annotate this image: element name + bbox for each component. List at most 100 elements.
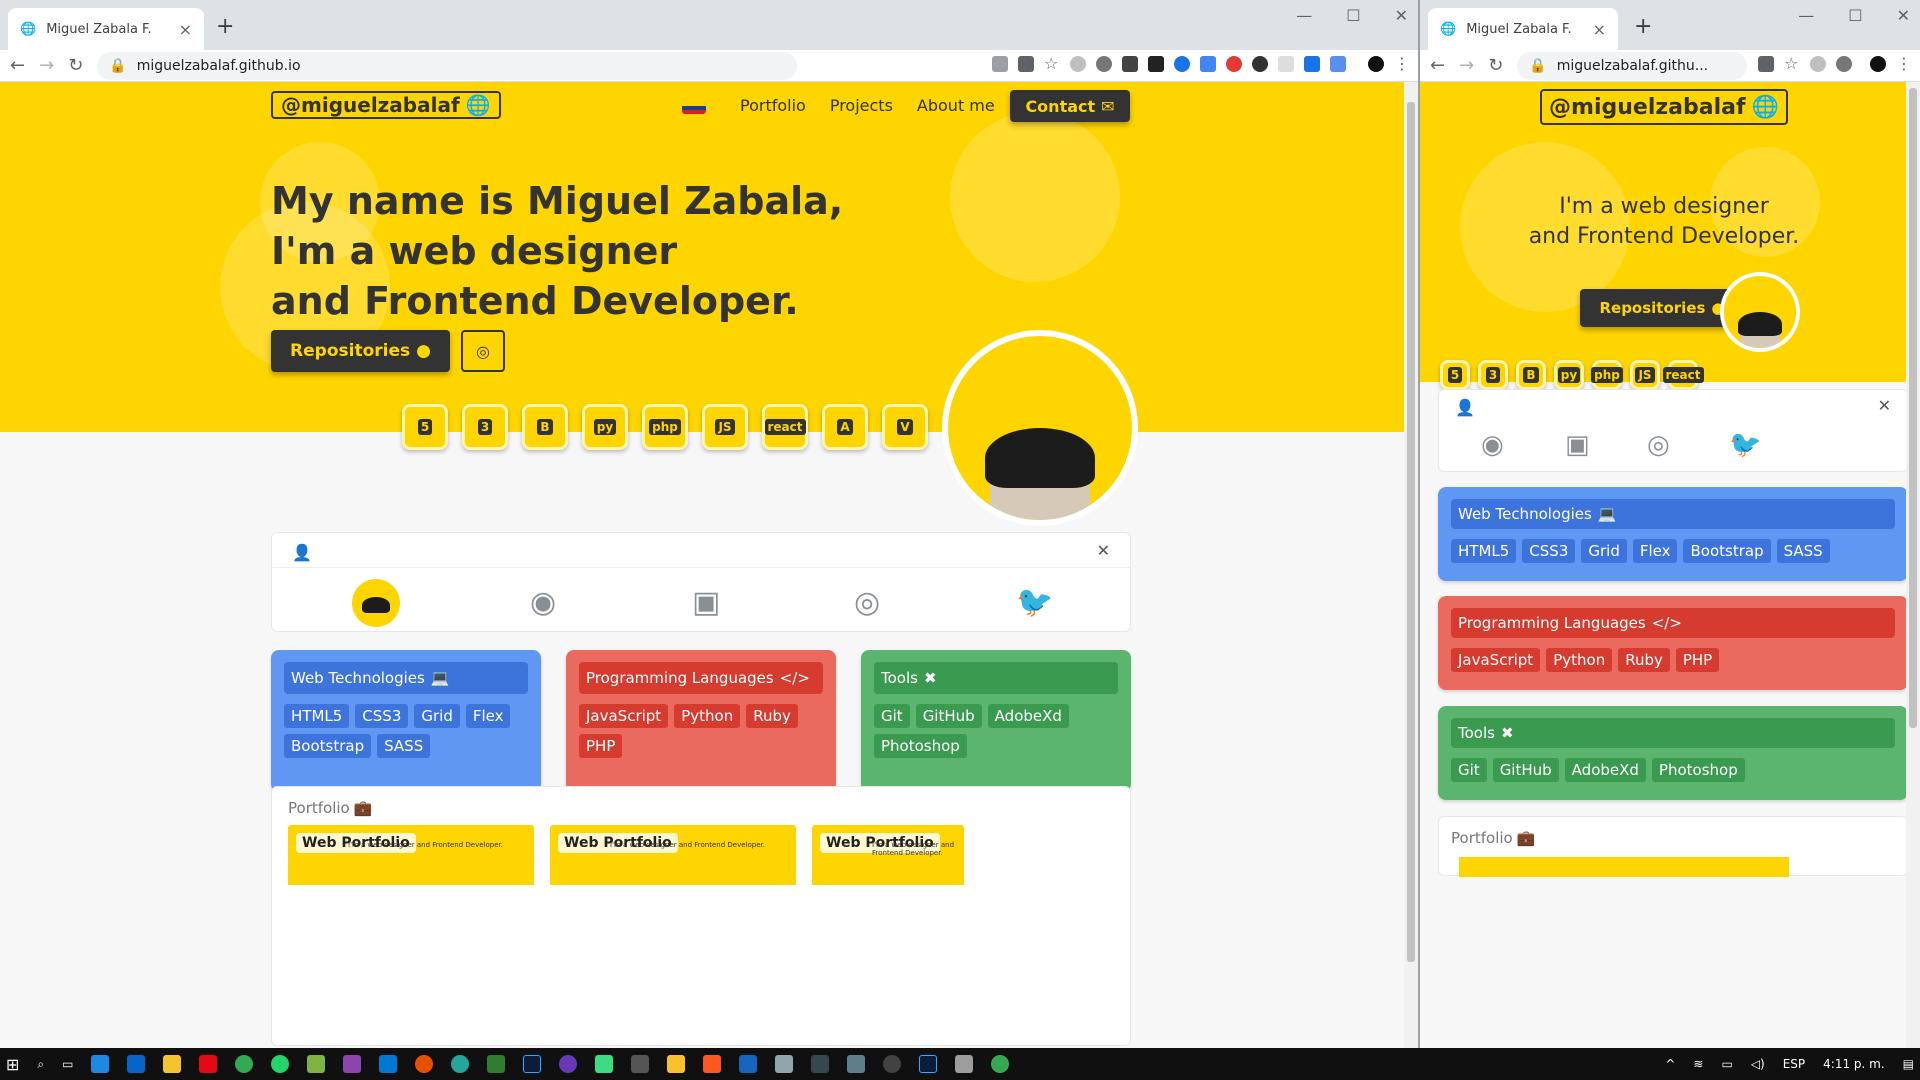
battery-icon[interactable]: ▭ [1721, 1057, 1732, 1071]
app-icon[interactable] [847, 1055, 866, 1073]
close-icon[interactable]: ✕ [1878, 396, 1891, 415]
maximize-icon[interactable]: ☐ [1346, 6, 1360, 25]
brand-logo[interactable]: @miguelzabalaf 🌐 [271, 91, 501, 119]
android-icon[interactable] [595, 1055, 614, 1073]
profile-avatar[interactable] [1368, 56, 1384, 72]
avatar-small[interactable] [352, 579, 400, 627]
photoshop-icon[interactable] [523, 1055, 542, 1073]
nav-portfolio[interactable]: Portfolio [740, 96, 806, 115]
new-tab-button[interactable]: + [216, 14, 234, 39]
nav-projects[interactable]: Projects [830, 96, 893, 115]
extension-k-icon[interactable] [1070, 56, 1086, 72]
mail-app-icon[interactable] [91, 1055, 110, 1073]
instagram-icon[interactable]: ◎ [1647, 430, 1670, 460]
extension-gear-icon[interactable] [1836, 56, 1852, 72]
app-icon[interactable] [451, 1055, 470, 1073]
app-icon[interactable] [739, 1055, 758, 1073]
minimize-icon[interactable]: — [1296, 6, 1312, 25]
twitter-icon[interactable]: 🐦 [1016, 585, 1053, 620]
app-icon[interactable] [775, 1055, 794, 1073]
portfolio-thumb-1[interactable]: Web Portfolio I'm a web designer and Fron… [288, 825, 534, 945]
app-icon[interactable] [487, 1055, 506, 1073]
extension-k-icon[interactable] [1810, 56, 1826, 72]
chrome-icon[interactable] [235, 1055, 254, 1073]
extension-m-icon[interactable] [1148, 56, 1164, 72]
back-icon[interactable]: ← [1430, 55, 1445, 76]
linkedin-icon[interactable]: ▣ [1565, 430, 1590, 460]
minimize-icon[interactable]: — [1798, 6, 1814, 25]
reload-icon[interactable]: ↻ [1488, 55, 1503, 76]
linkedin-icon[interactable]: ▣ [692, 585, 720, 620]
close-icon[interactable]: ✕ [1097, 541, 1110, 560]
clock[interactable]: 4:11 p. m. [1823, 1057, 1885, 1071]
translate-icon[interactable] [1018, 56, 1034, 72]
twitter-icon[interactable]: 🐦 [1729, 430, 1761, 460]
extension-blank-icon[interactable] [1278, 56, 1294, 72]
app-icon[interactable] [415, 1055, 434, 1073]
portfolio-thumb-preview[interactable] [1459, 857, 1789, 877]
extension-eye-icon[interactable] [1252, 56, 1268, 72]
calendar-app-icon[interactable] [127, 1055, 146, 1073]
extension-code-icon[interactable] [1122, 56, 1138, 72]
scrollbar[interactable] [1404, 82, 1418, 1048]
wifi-icon[interactable]: ≋ [1693, 1057, 1703, 1071]
tray-chevron-icon[interactable]: ^ [1665, 1057, 1675, 1071]
translate-icon[interactable] [1758, 56, 1774, 72]
reload-icon[interactable]: ↻ [68, 55, 83, 76]
contact-button[interactable]: Contact ✉ [1010, 90, 1130, 122]
forward-icon[interactable]: → [39, 55, 54, 76]
app-icon[interactable] [631, 1055, 650, 1073]
extension-window-icon[interactable] [1330, 56, 1346, 72]
search-icon[interactable]: ⌕ [37, 1057, 44, 1072]
portfolio-thumb-3[interactable]: Web Portfolio I'm a web designer and Fron… [812, 825, 964, 945]
app-icon[interactable] [703, 1055, 722, 1073]
app-icon[interactable] [955, 1055, 974, 1073]
profile-avatar[interactable] [1870, 56, 1886, 72]
task-view-icon[interactable]: ▭ [62, 1057, 73, 1071]
close-window-icon[interactable]: ✕ [1395, 6, 1408, 25]
volume-icon[interactable]: ◁) [1751, 1057, 1765, 1071]
visual-studio-icon[interactable] [343, 1055, 362, 1073]
brand-logo[interactable]: @miguelzabalaf 🌐 [1540, 89, 1788, 125]
instagram-button[interactable]: ◎ [461, 330, 505, 372]
extension-search-icon[interactable] [1200, 56, 1216, 72]
address-bar[interactable]: 🔒 miguelzabalaf.githu... [1517, 51, 1748, 80]
menu-dots-icon[interactable]: ⋮ [1896, 56, 1912, 72]
instagram-icon[interactable]: ◎ [854, 585, 880, 620]
whatsapp-icon[interactable] [271, 1055, 290, 1073]
vscode-icon[interactable] [379, 1055, 398, 1073]
extension-color-icon[interactable] [1226, 56, 1242, 72]
browser-tab[interactable]: 🌐 Miguel Zabala F. × [1428, 8, 1618, 50]
file-explorer-icon[interactable] [163, 1055, 182, 1073]
nav-about[interactable]: About me [917, 96, 995, 115]
close-window-icon[interactable]: ✕ [1897, 6, 1910, 25]
github-icon[interactable]: ◉ [1481, 430, 1504, 460]
extension-q-icon[interactable] [1304, 56, 1320, 72]
netflix-icon[interactable] [199, 1055, 218, 1073]
app-icon[interactable] [559, 1055, 578, 1073]
close-tab-icon[interactable]: × [1593, 20, 1606, 39]
maximize-icon[interactable]: ☐ [1848, 6, 1862, 25]
flag-icon[interactable] [682, 97, 706, 114]
app-icon[interactable] [811, 1055, 830, 1073]
portfolio-thumb-2[interactable]: Web Portfolio I'm a web designer and Fron… [550, 825, 796, 945]
notifications-icon[interactable]: ▤ [1903, 1057, 1914, 1071]
app-icon[interactable] [667, 1055, 686, 1073]
address-bar[interactable]: 🔒 miguelzabalaf.github.io [97, 51, 798, 80]
app-icon[interactable] [307, 1055, 326, 1073]
menu-dots-icon[interactable]: ⋮ [1394, 56, 1410, 72]
new-tab-button[interactable]: + [1634, 14, 1652, 39]
scrollbar[interactable] [1906, 82, 1920, 1048]
photoshop-icon[interactable] [919, 1055, 938, 1073]
repositories-button[interactable]: Repositories ● [271, 330, 450, 372]
cast-icon[interactable] [992, 56, 1008, 72]
forward-icon[interactable]: → [1459, 55, 1474, 76]
star-icon[interactable]: ☆ [1044, 56, 1060, 72]
chrome-icon[interactable] [991, 1055, 1010, 1073]
windows-start-icon[interactable]: ⊞ [6, 1055, 19, 1074]
extension-gear-icon[interactable] [1096, 56, 1112, 72]
browser-tab[interactable]: 🌐 Miguel Zabala F. × [8, 8, 204, 50]
star-icon[interactable]: ☆ [1784, 56, 1800, 72]
github-icon[interactable]: ◉ [530, 585, 556, 620]
extension-check-icon[interactable] [1174, 56, 1190, 72]
